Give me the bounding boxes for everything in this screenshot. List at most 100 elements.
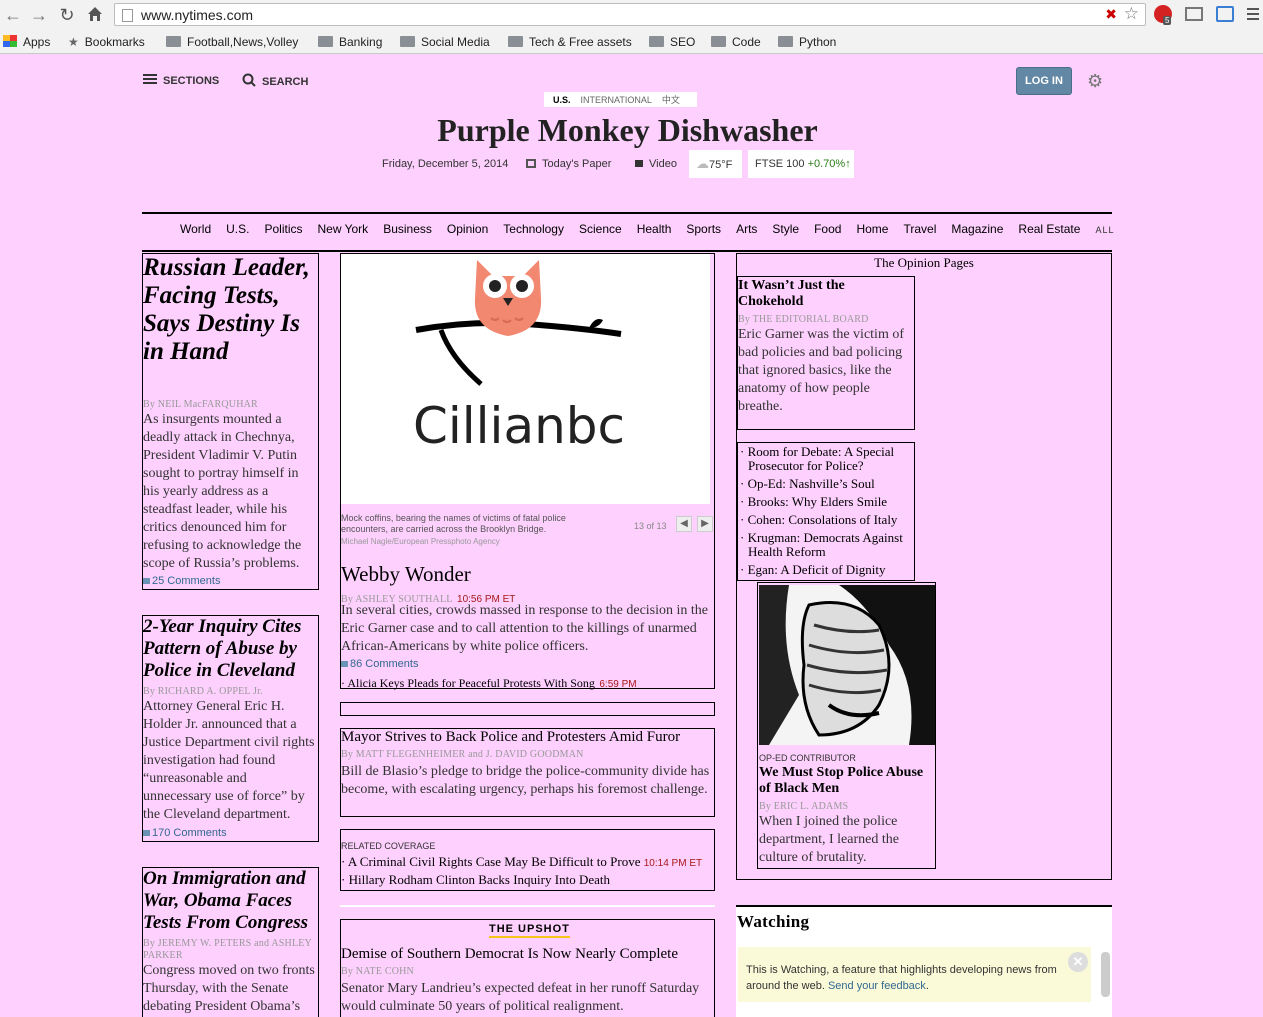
nav-item[interactable]: Opinion — [447, 222, 488, 236]
next-arrow-icon[interactable]: ▶ — [697, 516, 713, 532]
nav-item[interactable]: Style — [772, 222, 799, 236]
bookmark-bookmarks[interactable]: ★ Bookmarks — [68, 34, 145, 50]
story-headline[interactable]: 2-Year Inquiry Cites Pattern of Abuse by… — [143, 616, 318, 682]
nav-all[interactable]: ALL — [1095, 225, 1114, 235]
oped-kicker: OP-ED CONTRIBUTOR — [759, 753, 856, 763]
bookmark-folder[interactable]: Code — [711, 34, 761, 50]
nav-item[interactable]: Science — [579, 222, 622, 236]
nav-item[interactable]: Sports — [686, 222, 721, 236]
menu-icon[interactable] — [1247, 6, 1259, 22]
extension-badge: 5 — [1163, 16, 1172, 25]
nav-top-rule — [142, 212, 1112, 214]
scrollbar-thumb[interactable] — [1101, 952, 1110, 997]
opinion-list-item[interactable]: · Cohen: Consolations of Italy — [740, 513, 914, 527]
related-coverage: RELATED COVERAGE · A Criminal Civil Righ… — [340, 829, 715, 891]
back-arrow-icon[interactable]: ← — [2, 4, 24, 26]
bookmark-label: Tech & Free assets — [529, 35, 632, 49]
related-headline: · Alicia Keys Pleads for Peaceful Protes… — [341, 676, 595, 690]
opinion-list-item[interactable]: · Room for Debate: A Special Prosecutor … — [740, 445, 914, 473]
story-summary: Eric Garner was the victim of bad polici… — [738, 327, 904, 414]
bookmark-apps[interactable]: Apps — [3, 34, 50, 50]
story-center-2: Mayor Strives to Back Police and Protest… — [340, 728, 715, 817]
cast-icon[interactable] — [1185, 7, 1203, 21]
todays-paper-link[interactable]: Today's Paper — [526, 158, 611, 170]
bookmark-folder[interactable]: Tech & Free assets — [508, 34, 632, 50]
weather-widget[interactable]: ☁75°F — [689, 150, 742, 178]
search-label: SEARCH — [262, 76, 309, 88]
comments-link[interactable]: 170 Comments — [143, 827, 227, 839]
masthead-title[interactable]: Purple Monkey Dishwasher — [143, 112, 1112, 149]
nav-item[interactable]: Health — [637, 222, 672, 236]
oped-illustration[interactable] — [759, 585, 935, 745]
upshot-label[interactable]: THE UPSHOT — [489, 923, 570, 938]
bookmark-label: Football,News,Volley — [187, 35, 299, 49]
nav-item[interactable]: Politics — [264, 222, 302, 236]
story-headline[interactable]: On Immigration and War, Obama Faces Test… — [143, 868, 318, 934]
edition-international[interactable]: INTERNATIONAL — [581, 95, 652, 105]
watching-title[interactable]: Watching — [737, 912, 809, 932]
story-headline[interactable]: Mayor Strives to Back Police and Protest… — [341, 729, 680, 746]
market-widget[interactable]: FTSE 100 +0.70%↑ — [748, 150, 854, 178]
bookmark-folder[interactable]: Social Media — [400, 34, 490, 50]
star-icon[interactable]: ☆ — [1124, 4, 1139, 24]
bookmark-folder[interactable]: SEO — [649, 34, 695, 50]
nav-item[interactable]: New York — [317, 222, 368, 236]
opinion-list-item[interactable]: · Egan: A Deficit of Dignity — [740, 563, 914, 577]
bookmark-folder[interactable]: Python — [778, 34, 836, 50]
home-icon[interactable] — [86, 5, 104, 23]
video-link[interactable]: Video — [635, 158, 677, 170]
bookmark-folder[interactable]: Banking — [318, 34, 382, 50]
editorial-story: It Wasn’t Just the Chokehold By THE EDIT… — [737, 276, 915, 430]
lead-photo[interactable]: Cillianbc — [341, 254, 710, 504]
nav-item[interactable]: Food — [814, 222, 841, 236]
story-headline[interactable]: It Wasn’t Just the Chokehold — [738, 278, 908, 310]
nav-item[interactable]: U.S. — [226, 222, 249, 236]
close-icon[interactable]: ✕ — [1068, 952, 1088, 972]
section-nav: World U.S. Politics New York Business Opinion… — [180, 220, 1114, 238]
related-link[interactable]: · Alicia Keys Pleads for Peaceful Protes… — [341, 674, 637, 692]
nav-item[interactable]: Real Estate — [1018, 222, 1080, 236]
nav-item[interactable]: Travel — [903, 222, 936, 236]
prev-arrow-icon[interactable]: ◀ — [676, 516, 692, 532]
address-bar[interactable]: www.nytimes.com ✖ ☆ — [114, 3, 1146, 26]
opinion-list-item[interactable]: · Brooks: Why Elders Smile — [740, 495, 914, 509]
extension-icon[interactable]: 5 — [1154, 5, 1172, 25]
feedback-link[interactable]: Send your feedback — [828, 980, 926, 992]
story-headline[interactable]: Russian Leader, Facing Tests, Says Desti… — [143, 254, 318, 366]
nav-item[interactable]: Business — [383, 222, 432, 236]
story-headline[interactable]: We Must Stop Police Abuse of Black Men — [759, 765, 935, 797]
opinion-label[interactable]: The Opinion Pages — [737, 255, 1111, 271]
search-button[interactable]: SEARCH — [242, 73, 308, 89]
story-byline: By JEREMY W. PETERS and ASHLEY PARKER — [143, 938, 312, 961]
login-button[interactable]: LOG IN — [1016, 67, 1072, 95]
story-summary: Attorney General Eric H. Holder Jr. anno… — [143, 699, 315, 822]
forward-arrow-icon[interactable]: → — [28, 4, 50, 26]
nav-item[interactable]: Home — [856, 222, 888, 236]
blocked-icon[interactable]: ✖ — [1105, 6, 1117, 23]
nav-item[interactable]: World — [180, 222, 211, 236]
extension2-icon[interactable] — [1216, 6, 1234, 22]
related-link[interactable]: · A Criminal Civil Rights Case May Be Di… — [341, 853, 702, 873]
story-byline: By THE EDITORIAL BOARD — [738, 314, 869, 325]
star-icon: ★ — [68, 35, 79, 49]
comments-link[interactable]: 86 Comments — [341, 658, 418, 670]
sections-button[interactable]: SECTIONS — [143, 73, 219, 89]
bookmark-folder[interactable]: Football,News,Volley — [166, 34, 301, 50]
related-link[interactable]: · Hillary Rodham Clinton Backs Inquiry I… — [341, 871, 610, 889]
owl-logo-icon — [415, 260, 622, 386]
nav-item[interactable]: Arts — [736, 222, 757, 236]
story-headline[interactable]: Demise of Southern Democrat Is Now Nearl… — [341, 946, 678, 963]
hamburger-icon — [143, 74, 157, 84]
watching-module: Watching This is Watching, a feature tha… — [736, 905, 1112, 1017]
edition-us[interactable]: U.S. — [553, 95, 571, 105]
reload-icon[interactable]: ↻ — [56, 4, 78, 26]
opinion-list-item[interactable]: · Op-Ed: Nashville’s Soul — [740, 477, 914, 491]
edition-chinese[interactable]: 中文 — [662, 95, 680, 105]
comments-link[interactable]: 25 Comments — [143, 575, 220, 587]
gear-icon[interactable]: ⚙ — [1087, 71, 1103, 92]
story-headline[interactable]: Webby Wonder — [341, 562, 471, 587]
opinion-list-item[interactable]: · Krugman: Democrats Against Health Refo… — [740, 531, 914, 559]
nav-item[interactable]: Magazine — [951, 222, 1003, 236]
nav-item[interactable]: Technology — [503, 222, 564, 236]
browser-toolbar: ← → ↻ www.nytimes.com ✖ ☆ 5 — [0, 0, 1263, 30]
